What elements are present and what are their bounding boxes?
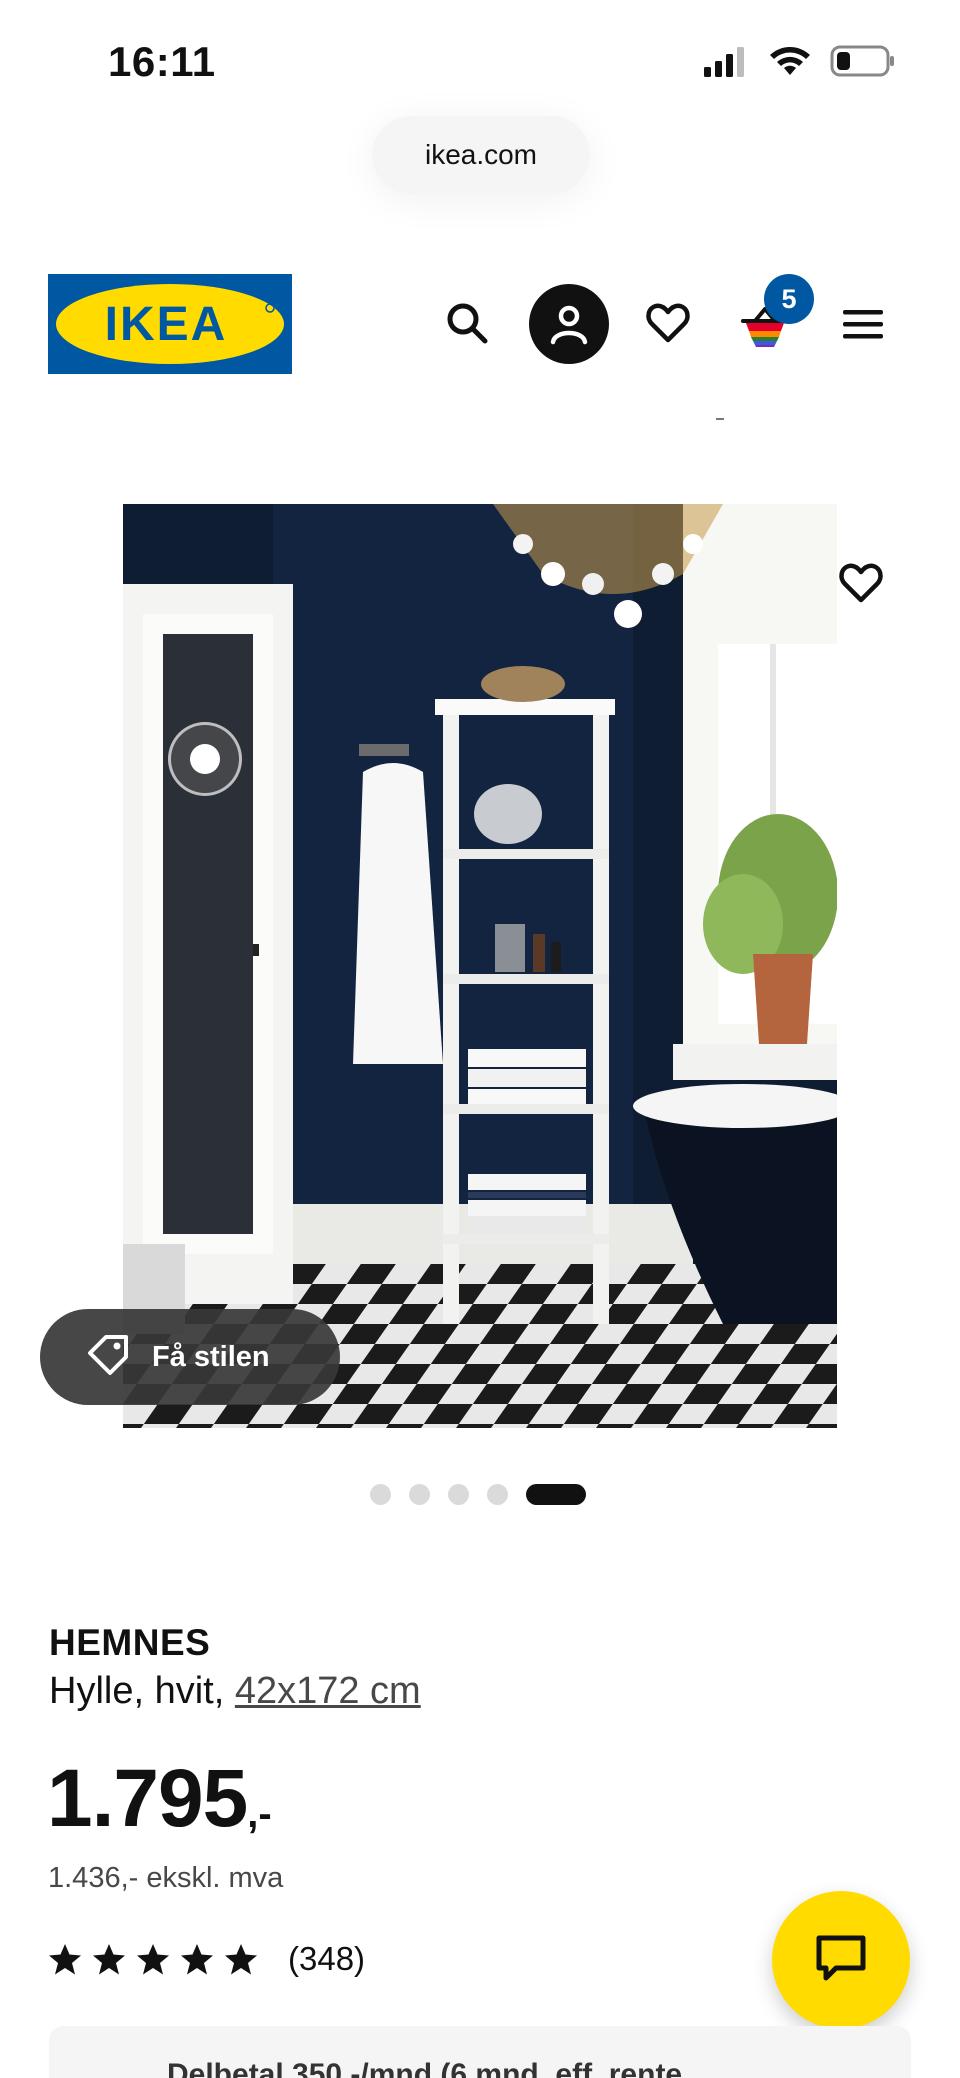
product-name: HEMNES <box>49 1622 211 1663</box>
star-icon <box>49 1944 81 1975</box>
status-time: 16:11 <box>108 38 216 85</box>
product-type: Hylle, hvit, <box>49 1670 235 1712</box>
search-icon[interactable] <box>442 298 492 348</box>
product-rating[interactable]: (348) <box>48 1940 365 1978</box>
chat-bubble-icon <box>814 1933 868 1988</box>
star-icon <box>93 1944 125 1975</box>
status-icons <box>702 44 896 83</box>
menu-icon[interactable] <box>840 302 886 346</box>
financing-text: Delbetal 350,-/mnd (6 mnd, eff. rente <box>167 2058 683 2078</box>
gallery-pagination <box>370 1484 586 1505</box>
chat-button[interactable] <box>772 1891 910 2029</box>
product-price: 1.795 ,- <box>47 1758 272 1840</box>
product-size-link[interactable]: 42x172 cm <box>235 1670 421 1712</box>
financing-info[interactable]: Delbetal 350,-/mnd (6 mnd, eff. rente <box>49 2026 911 2078</box>
scroll-indicator <box>716 418 724 420</box>
account-icon[interactable] <box>529 284 609 364</box>
star-icon <box>181 1944 213 1975</box>
battery-icon <box>830 44 896 83</box>
pagination-dot-active[interactable] <box>526 1484 586 1505</box>
site-header: IKEA 5 <box>0 262 960 382</box>
status-bar: 16:11 <box>0 0 960 120</box>
wifi-icon <box>768 45 812 82</box>
product-hotspot[interactable] <box>168 722 242 796</box>
product-gallery[interactable] <box>0 504 960 1428</box>
cart-count-badge: 5 <box>764 274 814 324</box>
price-amount: 1.795 <box>47 1753 248 1844</box>
url-bar[interactable]: ikea.com <box>372 116 590 194</box>
price-suffix: ,- <box>247 1792 272 1836</box>
pagination-dot[interactable] <box>409 1484 430 1505</box>
rating-stars <box>48 1943 258 1975</box>
star-icon <box>137 1944 169 1975</box>
favorite-image-heart-icon[interactable] <box>834 556 888 610</box>
tag-icon <box>84 1331 132 1384</box>
pagination-dot[interactable] <box>487 1484 508 1505</box>
pagination-dot[interactable] <box>370 1484 391 1505</box>
pagination-dot[interactable] <box>448 1484 469 1505</box>
get-the-style-label: Få stilen <box>152 1340 270 1373</box>
signal-icon <box>702 45 750 82</box>
rating-count: (348) <box>288 1940 366 1977</box>
hotspot-dot <box>190 744 220 774</box>
product-info: HEMNES Hylle, hvit, 42x172 cm <box>49 1622 909 1713</box>
star-icon <box>225 1944 257 1975</box>
price-excluding-vat: 1.436,- ekskl. mva <box>48 1862 284 1894</box>
heart-icon[interactable] <box>643 298 693 348</box>
product-image[interactable] <box>123 504 837 1428</box>
get-the-style-button[interactable]: Få stilen <box>40 1309 340 1405</box>
product-description: Hylle, hvit, 42x172 cm <box>49 1670 909 1713</box>
